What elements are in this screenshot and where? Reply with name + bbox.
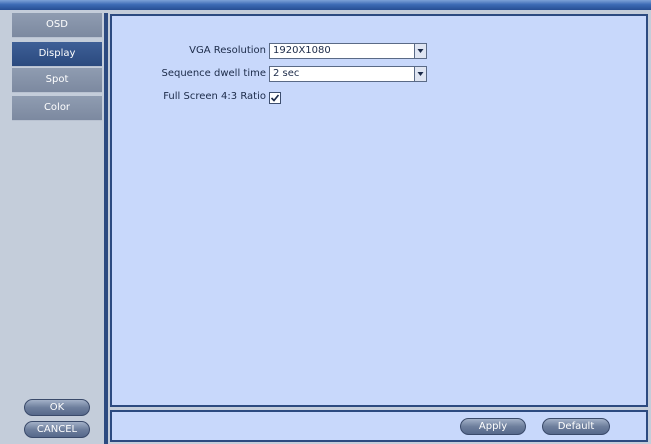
sidebar-item-label: OSD bbox=[46, 19, 68, 30]
apply-button-label: Apply bbox=[478, 421, 508, 432]
vga-resolution-label: VGA Resolution bbox=[189, 45, 266, 56]
sidebar-item-label: Display bbox=[38, 48, 76, 59]
vga-resolution-select[interactable]: 1920X1080 bbox=[269, 43, 427, 59]
sequence-dwell-select[interactable]: 2 sec bbox=[269, 66, 427, 82]
bottom-action-bar: Apply Default bbox=[110, 410, 648, 442]
chevron-down-icon[interactable] bbox=[414, 44, 426, 58]
cancel-button-label: CANCEL bbox=[36, 424, 78, 435]
display-settings-panel: VGA Resolution 1920X1080 Sequence dwell … bbox=[110, 14, 648, 407]
sidebar-item-label: Spot bbox=[45, 74, 69, 85]
settings-window: OSD Display Spot Color OK CANCEL VGA Res… bbox=[0, 10, 651, 444]
default-button[interactable]: Default bbox=[542, 418, 610, 435]
ok-button[interactable]: OK bbox=[24, 399, 90, 416]
sequence-dwell-value: 2 sec bbox=[273, 68, 300, 79]
sidebar-item-osd[interactable]: OSD bbox=[12, 13, 102, 38]
ok-button-label: OK bbox=[49, 402, 65, 413]
sidebar-item-color[interactable]: Color bbox=[12, 96, 102, 121]
sidebar-divider bbox=[104, 13, 108, 444]
checkmark-icon bbox=[270, 94, 280, 102]
default-button-label: Default bbox=[557, 421, 595, 432]
vga-resolution-value: 1920X1080 bbox=[273, 45, 331, 56]
sidebar-item-display[interactable]: Display bbox=[12, 42, 102, 67]
cancel-button[interactable]: CANCEL bbox=[24, 421, 90, 438]
sequence-dwell-label: Sequence dwell time bbox=[161, 68, 266, 79]
full-screen-ratio-label: Full Screen 4:3 Ratio bbox=[163, 91, 266, 102]
vga-resolution-row: VGA Resolution bbox=[112, 43, 266, 60]
sidebar: OSD Display Spot Color OK CANCEL bbox=[10, 13, 104, 441]
sequence-dwell-row: Sequence dwell time bbox=[112, 66, 266, 83]
apply-button[interactable]: Apply bbox=[460, 418, 526, 435]
chevron-down-icon[interactable] bbox=[414, 67, 426, 81]
full-screen-ratio-checkbox[interactable] bbox=[269, 92, 281, 104]
sidebar-item-label: Color bbox=[43, 102, 71, 113]
sidebar-item-spot[interactable]: Spot bbox=[12, 68, 102, 93]
title-bar bbox=[0, 0, 651, 10]
full-screen-ratio-row: Full Screen 4:3 Ratio bbox=[112, 89, 266, 106]
